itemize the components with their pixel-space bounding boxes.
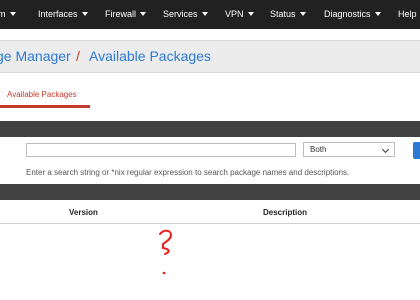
column-header-description[interactable]: Description [263,208,307,217]
breadcrumb-parent-link[interactable]: ge Manager [0,48,71,64]
breadcrumb-current[interactable]: Available Packages [89,48,211,64]
question-mark-dot [162,271,166,275]
question-mark-stroke [159,229,172,255]
nav-status-menu[interactable]: Status [270,0,306,29]
caret-down-icon [201,12,208,16]
search-input[interactable] [26,143,296,157]
nav-services-menu[interactable]: Services [163,0,208,29]
column-header-version[interactable]: Version [69,208,98,217]
nav-interfaces-menu[interactable]: Interfaces [38,0,88,29]
search-filter-select[interactable]: Both [303,142,395,157]
caret-down-icon [9,12,16,16]
search-help-text: Enter a search string or *nix regular ex… [26,168,350,177]
nav-system-menu[interactable]: m [0,0,16,29]
search-button[interactable] [413,142,420,159]
packages-panel-heading [0,184,420,200]
caret-down-icon [140,12,147,16]
chevron-down-icon [381,145,390,154]
active-tab-indicator [0,105,90,108]
caret-down-icon [81,12,88,16]
caret-down-icon [299,12,306,16]
table-header-divider [0,223,420,224]
question-mark-annotation [159,229,172,275]
nav-vpn-menu[interactable]: VPN [225,0,254,29]
nav-help-menu[interactable]: Help [398,0,417,29]
nav-firewall-menu[interactable]: Firewall [105,0,147,29]
tab-available-packages[interactable]: Available Packages [7,90,77,99]
nav-diagnostics-menu[interactable]: Diagnostics [324,0,381,29]
caret-down-icon [374,12,381,16]
search-filter-value: Both [310,145,327,154]
top-navbar: m Interfaces Firewall Services VPN Statu… [0,0,420,29]
caret-down-icon [247,12,254,16]
search-panel-heading [0,121,420,137]
breadcrumb-separator: / [76,48,80,64]
breadcrumb: ge Manager / Available Packages [0,40,420,73]
